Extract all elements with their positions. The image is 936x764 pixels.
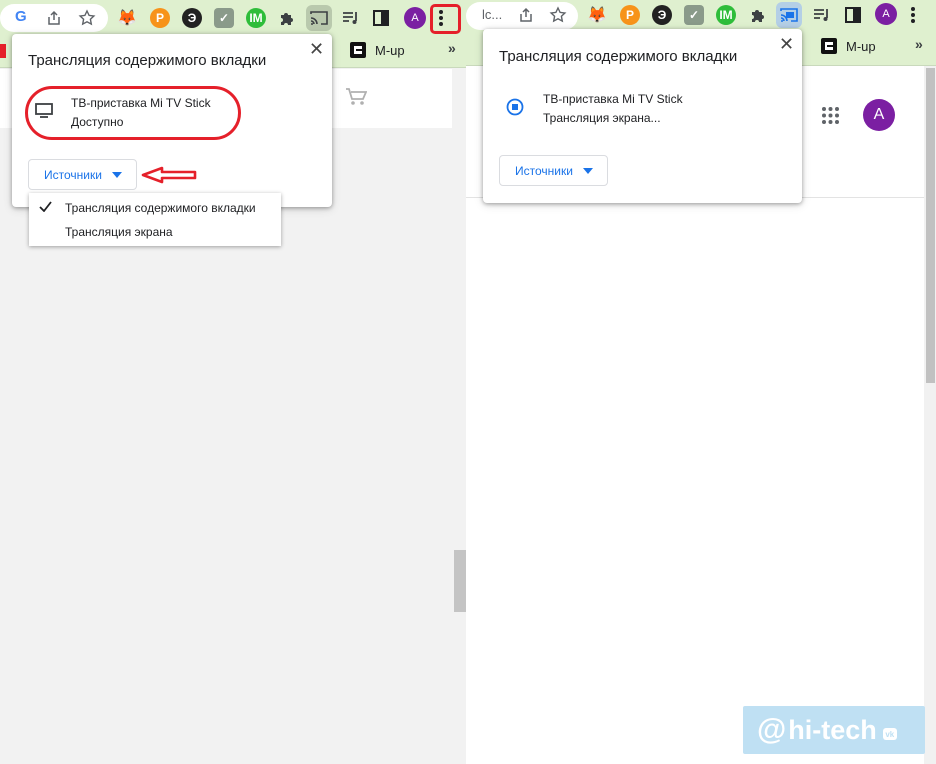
sources-button-label: Источники (515, 163, 573, 178)
stop-casting-icon[interactable] (506, 98, 524, 116)
im-extension-icon[interactable]: IM (716, 5, 736, 25)
mup-icon (821, 38, 837, 54)
metamask-icon[interactable]: 🦊 (117, 8, 137, 28)
im-extension-icon[interactable]: IM (246, 8, 266, 28)
apps-grid-icon[interactable] (822, 107, 839, 124)
dark-extension-icon[interactable]: Э (182, 8, 202, 28)
profile-avatar[interactable]: A (875, 3, 897, 25)
more-bookmarks-chevron-icon[interactable]: » (915, 36, 923, 52)
side-panel-icon[interactable] (373, 10, 389, 26)
popup-title: Трансляция содержимого вкладки (28, 52, 267, 69)
device-highlight-annotation (25, 86, 241, 140)
mup-icon (350, 42, 366, 58)
close-icon[interactable]: ✕ (309, 40, 324, 58)
account-avatar[interactable]: A (863, 99, 895, 131)
google-icon: G (15, 8, 27, 25)
coin-extension-icon[interactable]: P (620, 5, 640, 25)
arrow-annotation-icon (141, 166, 197, 184)
right-screenshot: lc... 🦊 P Э ✓ IM A M-up » A Трансляция с… (466, 0, 936, 764)
coin-extension-icon[interactable]: P (150, 8, 170, 28)
sources-button[interactable]: Источники (499, 155, 608, 186)
share-icon[interactable] (518, 7, 534, 23)
scrollbar-thumb[interactable] (454, 550, 466, 612)
cast-button[interactable] (306, 5, 332, 31)
media-queue-icon[interactable] (342, 10, 360, 26)
scrollbar-thumb[interactable] (926, 68, 935, 383)
bookmark-star-icon[interactable] (549, 6, 567, 24)
metamask-icon[interactable]: 🦊 (587, 5, 607, 25)
address-text: lc... (482, 7, 503, 22)
menu-item-screen-cast[interactable]: Трансляция экрана (65, 225, 173, 239)
puzzle-icon[interactable] (278, 9, 296, 27)
bookmark-mup[interactable]: M-up (846, 39, 876, 54)
watermark-at: @ (757, 713, 787, 746)
puzzle-icon[interactable] (749, 6, 767, 24)
media-queue-icon[interactable] (813, 7, 831, 23)
menu-item-tab-cast[interactable]: Трансляция содержимого вкладки (65, 201, 256, 215)
share-icon[interactable] (46, 10, 62, 26)
shield-extension-icon[interactable]: ✓ (684, 5, 704, 25)
bookmark-star-icon[interactable] (78, 9, 96, 27)
dark-extension-icon[interactable]: Э (652, 5, 672, 25)
bookmark-mup[interactable]: M-up (375, 43, 405, 58)
cast-button-active[interactable] (776, 2, 802, 28)
dropdown-arrow-icon (582, 167, 593, 174)
profile-avatar[interactable]: A (404, 7, 426, 29)
hi-tech-watermark: @ hi-tech vk (743, 706, 925, 754)
kebab-menu-icon[interactable] (910, 5, 916, 25)
sources-button[interactable]: Источники (28, 159, 137, 190)
bookmark-favicon-partial (0, 44, 6, 58)
close-icon[interactable]: ✕ (779, 35, 794, 53)
sources-button-label: Источники (44, 167, 102, 182)
more-bookmarks-chevron-icon[interactable]: » (448, 40, 456, 56)
menu-highlight-annotation (430, 4, 461, 34)
device-name[interactable]: ТВ-приставка Mi TV Stick (543, 92, 683, 106)
checkmark-icon (39, 201, 52, 212)
dropdown-arrow-icon (111, 171, 122, 178)
vk-badge-icon: vk (882, 728, 897, 740)
device-status: Трансляция экрана... (543, 111, 661, 125)
side-panel-icon[interactable] (845, 7, 861, 23)
shield-extension-icon[interactable]: ✓ (214, 8, 234, 28)
watermark-text: hi-tech (788, 714, 877, 745)
cast-active-icon (780, 8, 798, 22)
cast-icon (310, 11, 328, 25)
popup-title: Трансляция содержимого вкладки (499, 48, 738, 65)
left-screenshot: G 🦊 P Э ✓ IM A M-up » Трансляция содержи… (0, 0, 466, 764)
cart-icon[interactable] (345, 88, 367, 106)
